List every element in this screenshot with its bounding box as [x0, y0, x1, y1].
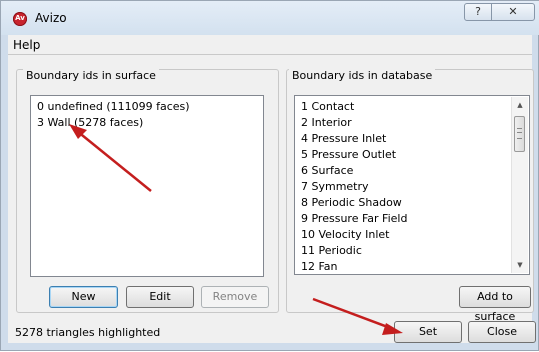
- list-item[interactable]: 11 Periodic: [301, 243, 362, 259]
- avizo-app-icon: Av: [13, 12, 27, 26]
- list-item[interactable]: 10 Velocity Inlet: [301, 227, 390, 243]
- remove-button: Remove: [201, 286, 269, 308]
- list-item[interactable]: 0 undefined (111099 faces): [37, 99, 190, 115]
- database-group-title: Boundary ids in database: [289, 69, 436, 82]
- list-item[interactable]: 6 Surface: [301, 163, 353, 179]
- list-item[interactable]: 12 Fan: [301, 259, 338, 275]
- menu-bar: Help: [8, 35, 532, 55]
- list-item[interactable]: 7 Symmetry: [301, 179, 369, 195]
- scrollbar-thumb[interactable]: [514, 116, 525, 152]
- list-item[interactable]: 5 Pressure Outlet: [301, 147, 396, 163]
- database-list-scrollbar[interactable]: ▲ ▼: [511, 97, 528, 273]
- title-bar[interactable]: Av Avizo ? ✕: [1, 1, 539, 35]
- add-to-surface-button[interactable]: Add to surface: [459, 286, 531, 323]
- help-question-button[interactable]: ?: [464, 3, 492, 21]
- status-text: 5278 triangles highlighted: [15, 326, 161, 339]
- edit-button[interactable]: Edit: [126, 286, 194, 308]
- menu-help[interactable]: Help: [13, 38, 40, 52]
- close-window-button[interactable]: ✕: [491, 3, 535, 21]
- list-item[interactable]: 3 Wall (5278 faces): [37, 115, 143, 131]
- grip-icon: [517, 128, 522, 139]
- list-item[interactable]: 1 Contact: [301, 99, 354, 115]
- scroll-down-arrow-icon[interactable]: ▼: [512, 257, 528, 273]
- surface-group-title: Boundary ids in surface: [23, 69, 159, 82]
- surface-boundary-list[interactable]: 0 undefined (111099 faces) 3 Wall (5278 …: [30, 95, 264, 277]
- scroll-up-arrow-icon[interactable]: ▲: [512, 97, 528, 113]
- list-item[interactable]: 8 Periodic Shadow: [301, 195, 402, 211]
- list-item[interactable]: 4 Pressure Inlet: [301, 131, 386, 147]
- dialog-window: Av Avizo ? ✕ Help Boundary ids in surfac…: [0, 0, 539, 351]
- set-button[interactable]: Set: [394, 321, 462, 343]
- list-item[interactable]: 2 Interior: [301, 115, 352, 131]
- app-icon-text: Av: [15, 14, 25, 22]
- window-title: Avizo: [35, 11, 67, 25]
- close-button[interactable]: Close: [468, 321, 536, 343]
- database-boundary-list[interactable]: 1 Contact 2 Interior 4 Pressure Inlet 5 …: [294, 95, 530, 275]
- new-button[interactable]: New: [49, 286, 118, 308]
- list-item[interactable]: 9 Pressure Far Field: [301, 211, 407, 227]
